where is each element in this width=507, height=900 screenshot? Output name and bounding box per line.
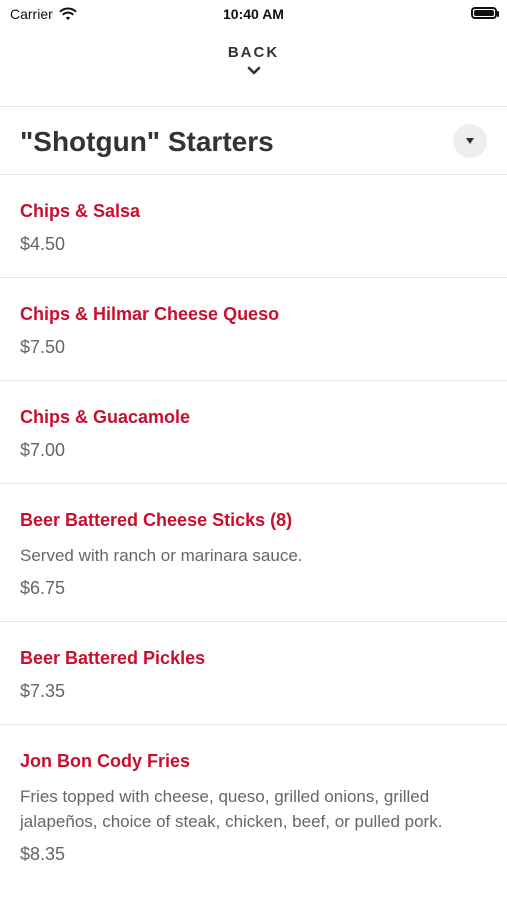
item-price: $4.50 [20, 234, 66, 254]
section-title: "Shotgun" Starters [20, 126, 274, 157]
item-price: $7.50 [20, 337, 66, 357]
item-name: Beer Battered Cheese Sticks (8) [20, 510, 293, 530]
status-time: 10:40 AM [223, 6, 284, 22]
status-bar: Carrier 10:40 AM [0, 0, 507, 30]
item-name: Chips & Guacamole [20, 407, 191, 427]
menu-list: Chips & Salsa $4.50 Chips & Hilmar Chees… [0, 175, 507, 887]
menu-item[interactable]: Beer Battered Cheese Sticks (8) Served w… [0, 484, 507, 622]
divider [0, 106, 507, 107]
menu-item[interactable]: Chips & Hilmar Cheese Queso $7.50 [0, 278, 507, 381]
item-price: $6.75 [20, 578, 66, 598]
battery-icon [471, 7, 499, 19]
item-name: Chips & Salsa [20, 201, 141, 221]
item-description: Fries topped with cheese, queso, grilled… [20, 787, 443, 831]
item-name: Beer Battered Pickles [20, 648, 206, 668]
item-price: $8.35 [20, 844, 66, 864]
menu-item[interactable]: Chips & Guacamole $7.00 [0, 381, 507, 484]
section-dropdown-button[interactable] [453, 124, 487, 158]
back-label: BACK [227, 44, 280, 61]
item-name: Jon Bon Cody Fries [20, 751, 191, 771]
menu-item[interactable]: Beer Battered Pickles $7.35 [0, 622, 507, 725]
item-name: Chips & Hilmar Cheese Queso [20, 304, 280, 324]
menu-item[interactable]: Chips & Salsa $4.50 [0, 175, 507, 278]
item-price: $7.00 [20, 440, 66, 460]
item-price: $7.35 [20, 681, 66, 701]
back-button[interactable]: BACK [0, 44, 507, 76]
chevron-down-icon [247, 66, 260, 75]
section-header: "Shotgun" Starters [0, 110, 507, 174]
menu-item[interactable]: Jon Bon Cody Fries Fries topped with che… [0, 725, 507, 887]
caret-down-icon [466, 138, 474, 144]
item-description: Served with ranch or marinara sauce. [20, 546, 303, 565]
